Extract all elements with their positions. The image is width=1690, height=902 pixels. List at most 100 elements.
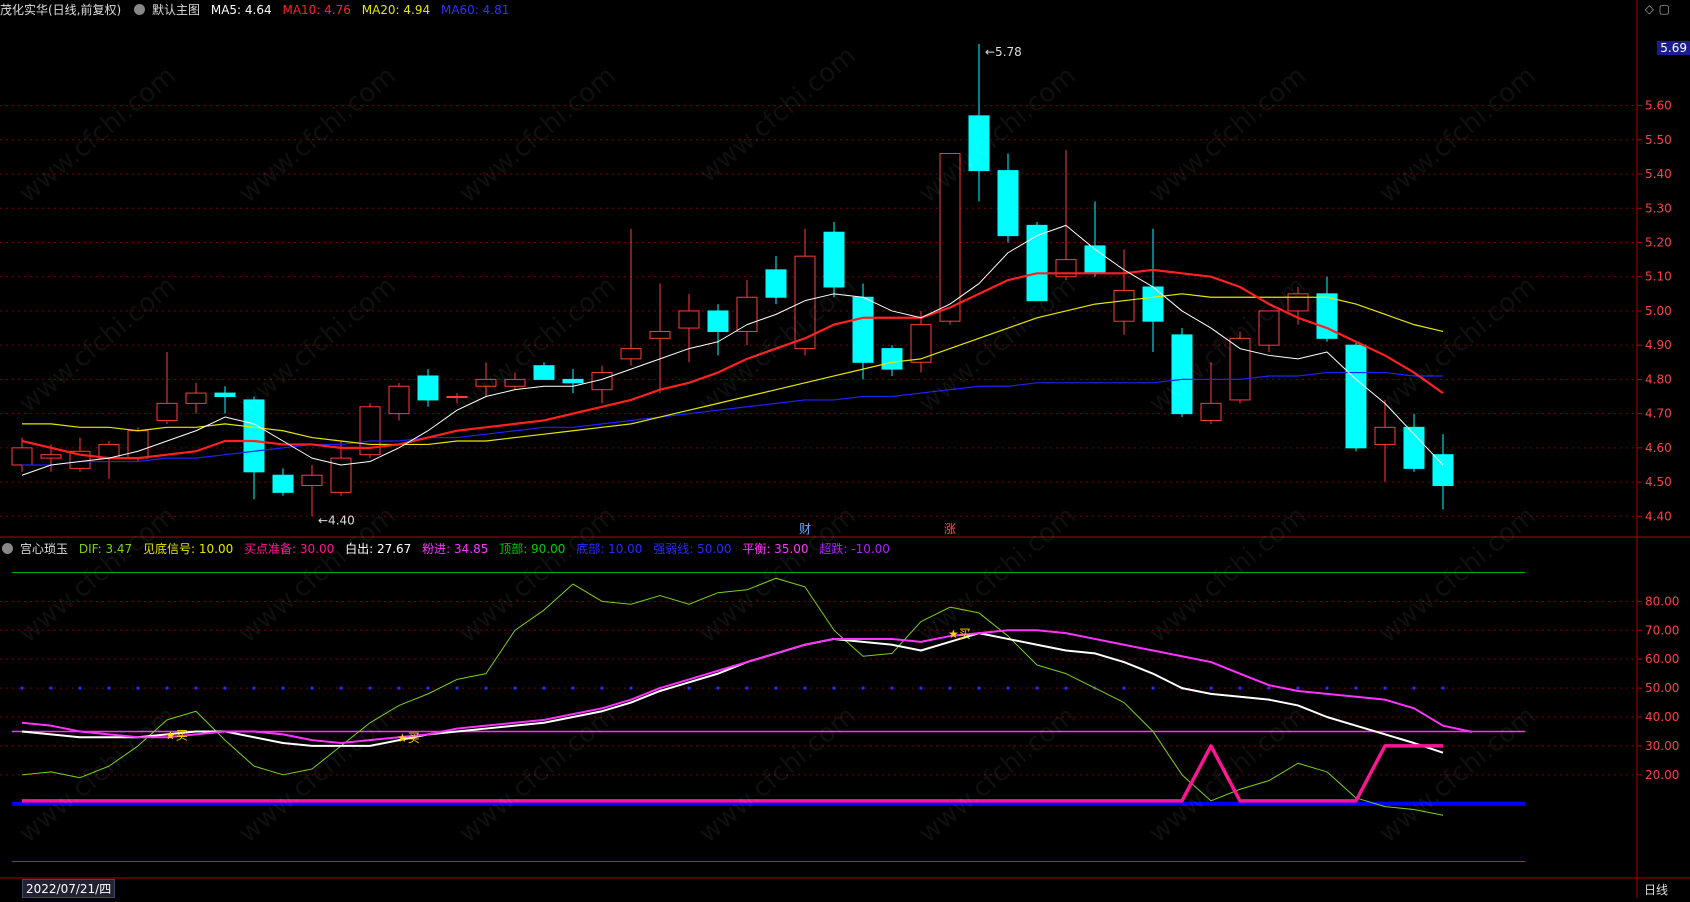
candle-body [852, 296, 874, 363]
candle-body [1113, 289, 1135, 322]
candle-body [620, 348, 642, 360]
main-tick-label: 4.90 [1645, 338, 1672, 352]
bottom-value: 底部: 10.00 [576, 542, 643, 556]
candle-body [707, 310, 729, 332]
sub-tick-label: 20.00 [1645, 768, 1679, 782]
level-strong-weak-dot [1441, 686, 1445, 690]
main-plot: ←5.78 ←4.40 财 涨 [11, 43, 1454, 536]
candle-body [533, 365, 555, 380]
buy-mark: ★买 [397, 731, 420, 745]
price-extreme-label: ←5.78 [985, 45, 1022, 59]
main-tick-label: 4.80 [1645, 372, 1672, 386]
candle-body [446, 396, 468, 399]
level-strong-weak-dot [223, 686, 227, 690]
main-tick-label: 4.70 [1645, 407, 1672, 421]
buy-mark: ★买 [948, 627, 971, 641]
level-strong-weak-dot [484, 686, 488, 690]
last-price-tag: 5.69 [1657, 41, 1690, 55]
sub-tick-label: 60.00 [1645, 652, 1679, 666]
main-tick-label: 4.50 [1645, 475, 1672, 489]
top-value: 顶部: 90.00 [499, 542, 566, 556]
candle-body [1200, 402, 1222, 421]
level-strong-weak-dot [1412, 686, 1416, 690]
buy-ready-value: 买点准备: 30.00 [244, 542, 335, 556]
candle-body [185, 392, 207, 404]
level-strong-weak-dot [252, 686, 256, 690]
chart-svg[interactable]: ←5.78 ←4.40 财 涨 ★买 ★买 ★买 5.60 5.50 5.40 5.30 5.20… [0, 0, 1690, 898]
date-tag: 2022/07/21/四 [22, 879, 116, 898]
level-strong-weak-dot [368, 686, 372, 690]
diamond-icon[interactable]: ◇ [1645, 2, 1654, 16]
level-strong-weak-dot [1267, 686, 1271, 690]
candle-body [997, 170, 1019, 237]
candle-body [388, 385, 410, 415]
level-strong-weak-dot [1209, 686, 1213, 690]
main-tick-label: 5.60 [1645, 99, 1672, 113]
level-strong-weak-dot [339, 686, 343, 690]
sub-header: 宫心琐玉 DIF: 3.47 见底信号: 10.00 买点准备: 30.00 白… [0, 540, 897, 558]
sub-indicator-toggle-icon[interactable] [2, 543, 13, 554]
main-indicator-name[interactable]: 默认主图 [152, 3, 200, 17]
main-tick-label: 5.30 [1645, 201, 1672, 215]
main-tick-label: 5.20 [1645, 235, 1672, 249]
level-strong-weak-dot [78, 686, 82, 690]
chart-root: ←5.78 ←4.40 财 涨 ★买 ★买 ★买 5.60 5.50 5.40 5.30 5.20… [0, 0, 1690, 898]
candle-body [1345, 344, 1367, 449]
level-strong-weak-dot [977, 686, 981, 690]
candle-body [765, 269, 787, 298]
candle-body [939, 152, 961, 322]
level-strong-weak-dot [49, 686, 53, 690]
main-tick-label: 5.50 [1645, 133, 1672, 147]
candle-body [1084, 245, 1106, 274]
candle-body [1026, 224, 1048, 302]
level-strong-weak-dot [1383, 686, 1387, 690]
candle-body [11, 447, 33, 466]
level-strong-weak-dot [774, 686, 778, 690]
candle-body [1287, 293, 1309, 312]
level-strong-weak-dot [600, 686, 604, 690]
sub-indicator-name[interactable]: 宫心琐玉 [20, 542, 68, 556]
indicator-toggle-icon[interactable] [134, 4, 146, 15]
level-strong-weak-dot [571, 686, 575, 690]
level-strong-weak-dot [513, 686, 517, 690]
level-strong-weak-dot [745, 686, 749, 690]
candle-body [1432, 454, 1454, 487]
level-strong-weak-dot [803, 686, 807, 690]
sub-tick-label: 80.00 [1645, 594, 1679, 608]
level-strong-weak-dot [1122, 686, 1126, 690]
main-tick-label: 5.10 [1645, 270, 1672, 284]
level-strong-weak-dot [1035, 686, 1039, 690]
series-line [22, 744, 1443, 803]
level-strong-weak-dot [629, 686, 633, 690]
candle-body [823, 231, 845, 288]
level-strong-weak-dot [1064, 686, 1068, 690]
candle-body [272, 474, 294, 493]
level-strong-weak-dot [165, 686, 169, 690]
main-tick-label: 5.00 [1645, 304, 1672, 318]
candle-body [736, 296, 758, 332]
stock-title[interactable]: 茂化实华(日线,前复权) [0, 3, 121, 17]
signal-bottom-value: 见底信号: 10.00 [143, 542, 234, 556]
candle-body [1258, 310, 1280, 346]
event-marker: 涨 [944, 521, 956, 536]
level-strong-weak-dot [1151, 686, 1155, 690]
buy-mark: ★买 [165, 728, 188, 742]
balance-value: 平衡: 35.00 [742, 542, 809, 556]
sub-tick-label: 30.00 [1645, 739, 1679, 753]
main-tick-label: 4.60 [1645, 441, 1672, 455]
expand-icon[interactable]: ▢ [1659, 2, 1670, 16]
level-strong-weak-dot [861, 686, 865, 690]
level-strong-weak-dot [890, 686, 894, 690]
main-tick-label: 5.40 [1645, 167, 1672, 181]
level-strong-weak-dot [1296, 686, 1300, 690]
sub-tick-label: 70.00 [1645, 623, 1679, 637]
main-tick-label: 4.40 [1645, 509, 1672, 523]
candle-body [214, 392, 236, 398]
level-strong-weak-dot [542, 686, 546, 690]
level-strong-weak-dot [919, 686, 923, 690]
candle-body [678, 310, 700, 329]
candle-body [1229, 337, 1251, 401]
level-strong-weak-dot [1238, 686, 1242, 690]
level-strong-weak-dot [832, 686, 836, 690]
period-label[interactable]: 日线 [1644, 881, 1668, 898]
